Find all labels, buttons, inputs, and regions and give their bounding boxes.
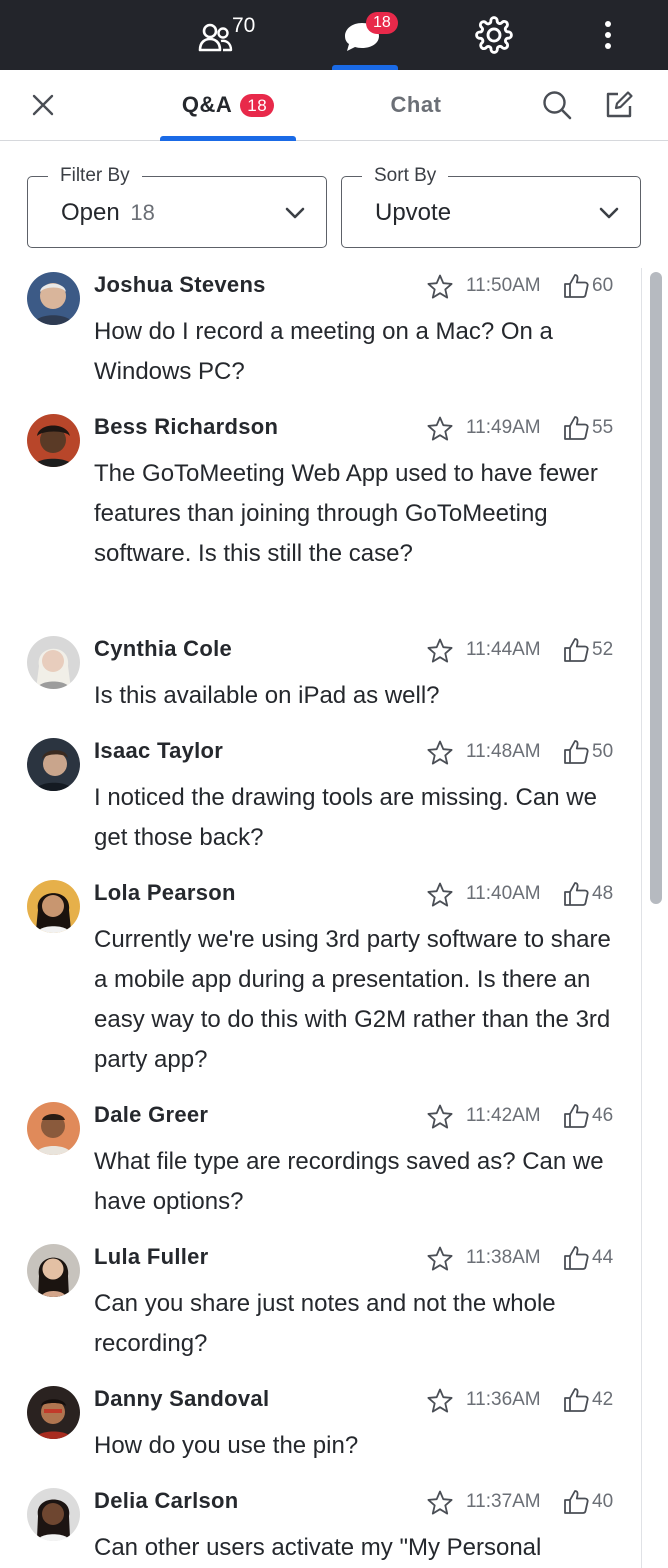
- gear-icon: [475, 16, 513, 54]
- question-time: 11:38AM: [466, 1247, 541, 1268]
- search-button[interactable]: [534, 70, 580, 140]
- sort-by-select[interactable]: Sort By Upvote: [341, 164, 641, 248]
- question-text: Currently we're using 3rd party software…: [94, 926, 611, 1073]
- more-options-button[interactable]: [588, 0, 628, 70]
- attendees-button[interactable]: 70: [196, 0, 268, 70]
- question-list: Joshua Stevens 11:50AM 60 How do I recor…: [0, 268, 640, 1568]
- question-text: Is this available on iPad as well?: [94, 682, 440, 709]
- tab-qa-label: Q&A: [181, 92, 233, 117]
- thumbs-up-icon[interactable]: [562, 738, 590, 766]
- question-author: Danny Sandoval: [94, 1386, 270, 1411]
- question-author: Joshua Stevens: [94, 272, 266, 297]
- avatar: [27, 1488, 80, 1541]
- compose-question-button[interactable]: [596, 70, 642, 140]
- settings-button[interactable]: [468, 0, 520, 70]
- question-text: I noticed the drawing tools are missing.…: [94, 784, 597, 851]
- compose-icon: [606, 91, 633, 118]
- attendees-count: 70: [232, 14, 256, 37]
- upvote-count: 44: [592, 1247, 614, 1268]
- close-icon: [32, 94, 54, 116]
- people-icon: [198, 23, 233, 52]
- avatar: [27, 738, 80, 791]
- upvote-count: 48: [592, 883, 614, 904]
- more-vertical-icon: [605, 21, 611, 49]
- qa-count-badge: 18: [240, 93, 275, 117]
- question-author: Isaac Taylor: [94, 738, 224, 763]
- upvote-count: 46: [592, 1105, 614, 1126]
- filter-by-label: Filter By: [48, 164, 142, 188]
- question-time: 11:49AM: [466, 417, 541, 438]
- filter-value-text: Open: [61, 199, 120, 226]
- panel-tab-bar: Q&A 18 Chat: [0, 70, 668, 141]
- star-icon[interactable]: [426, 1103, 454, 1131]
- thumbs-up-icon[interactable]: [562, 880, 590, 908]
- scrollbar-thumb[interactable]: [650, 272, 662, 904]
- upvote-count: 42: [592, 1389, 614, 1410]
- search-icon: [543, 91, 572, 120]
- thumbs-up-icon[interactable]: [562, 1488, 590, 1516]
- thumbs-up-icon[interactable]: [562, 1244, 590, 1272]
- question-text: How do you use the pin?: [94, 1432, 359, 1459]
- chat-count-badge: 18: [366, 12, 398, 34]
- thumbs-up-icon[interactable]: [562, 272, 590, 300]
- upvote-count: 55: [592, 417, 614, 438]
- avatar: [27, 880, 80, 933]
- filter-count: 18: [130, 200, 155, 225]
- star-icon[interactable]: [426, 637, 454, 665]
- question-text: What file type are recordings saved as? …: [94, 1148, 604, 1215]
- avatar: [27, 636, 80, 689]
- sort-by-label: Sort By: [362, 164, 449, 188]
- question-text: Can you share just notes and not the who…: [94, 1290, 556, 1357]
- chevron-down-icon: [599, 207, 619, 219]
- tab-chat-label: Chat: [390, 92, 442, 117]
- upvote-count: 52: [592, 639, 614, 660]
- filter-by-select[interactable]: Filter By Open 18: [27, 164, 327, 248]
- question-author: Lula Fuller: [94, 1244, 209, 1269]
- close-panel-button[interactable]: [20, 70, 66, 140]
- question-author: Cynthia Cole: [94, 636, 233, 661]
- chevron-down-icon: [285, 207, 305, 219]
- question-author: Dale Greer: [94, 1102, 209, 1127]
- avatar: [27, 1244, 80, 1297]
- filter-by-value: Open 18: [61, 199, 155, 227]
- top-toolbar: 70 18: [0, 0, 668, 70]
- question-text: The GoToMeeting Web App used to have few…: [94, 460, 598, 567]
- upvote-count: 50: [592, 741, 614, 762]
- question-author: Lola Pearson: [94, 880, 236, 905]
- star-icon[interactable]: [426, 1387, 454, 1415]
- star-icon[interactable]: [426, 739, 454, 767]
- avatar: [27, 414, 80, 467]
- question-time: 11:40AM: [466, 883, 541, 904]
- question-time: 11:44AM: [466, 639, 541, 660]
- active-tab-indicator: [160, 136, 296, 141]
- star-icon[interactable]: [426, 1489, 454, 1517]
- question-time: 11:36AM: [466, 1389, 541, 1410]
- upvote-count: 60: [592, 275, 614, 296]
- thumbs-up-icon[interactable]: [562, 414, 590, 442]
- question-time: 11:42AM: [466, 1105, 541, 1126]
- question-time: 11:50AM: [466, 275, 541, 296]
- question-text: Can other users activate my "My Personal: [94, 1534, 542, 1561]
- thumbs-up-icon[interactable]: [562, 636, 590, 664]
- thumbs-up-icon[interactable]: [562, 1102, 590, 1130]
- qa-chat-panel-button[interactable]: 18: [330, 0, 400, 70]
- avatar: [27, 1386, 80, 1439]
- question-author: Bess Richardson: [94, 414, 279, 439]
- tab-qa[interactable]: Q&A 18: [160, 70, 296, 141]
- star-icon[interactable]: [426, 1245, 454, 1273]
- tab-chat[interactable]: Chat: [370, 70, 462, 140]
- question-time: 11:48AM: [466, 741, 541, 762]
- upvote-count: 40: [592, 1491, 614, 1512]
- avatar: [27, 272, 80, 325]
- question-time: 11:37AM: [466, 1491, 541, 1512]
- star-icon[interactable]: [426, 881, 454, 909]
- question-author: Delia Carlson: [94, 1488, 239, 1513]
- thumbs-up-icon[interactable]: [562, 1386, 590, 1414]
- sort-by-value: Upvote: [375, 199, 452, 226]
- star-icon[interactable]: [426, 273, 454, 301]
- avatar: [27, 1102, 80, 1155]
- star-icon[interactable]: [426, 415, 454, 443]
- question-text: How do I record a meeting on a Mac? On a…: [94, 318, 553, 385]
